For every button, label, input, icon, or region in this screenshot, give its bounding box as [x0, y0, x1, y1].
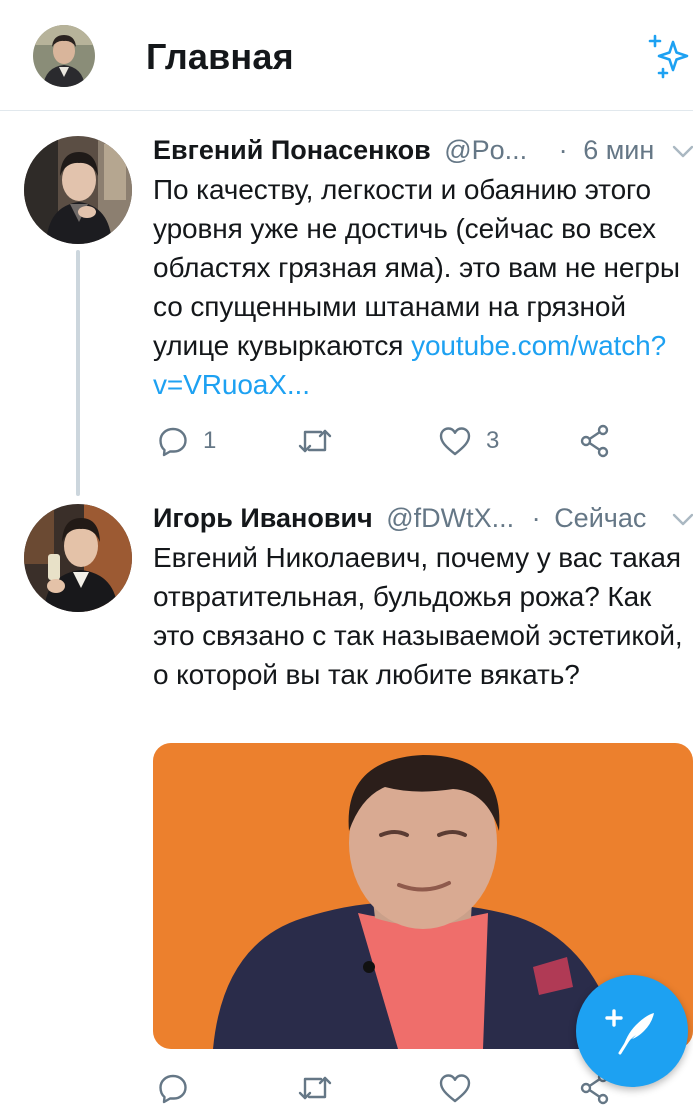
separator-dot: ·	[558, 135, 568, 165]
tweet-text: По качеству, легкости и обаянию этого ур…	[153, 170, 693, 404]
author-handle[interactable]: @Po...	[444, 135, 527, 165]
tweet-actions: 1 3	[0, 421, 693, 461]
tweet[interactable]: Евгений Понасенков @Po... · 6 мин По кач…	[0, 0, 693, 496]
reply-count: 1	[203, 427, 217, 454]
reply-icon	[159, 1074, 187, 1104]
compose-tweet-icon	[605, 1009, 654, 1055]
retweet-button[interactable]	[297, 1068, 347, 1108]
reply-button[interactable]: 1	[157, 421, 216, 461]
author-avatar[interactable]	[24, 136, 132, 244]
separator-dot: ·	[531, 503, 541, 533]
tweet-header: Евгений Понасенков @Po... · 6 мин	[153, 134, 654, 166]
author-handle[interactable]: @fDWtX...	[386, 503, 514, 533]
reply-button[interactable]	[157, 1068, 203, 1108]
chevron-down-icon[interactable]	[672, 513, 693, 527]
heart-icon	[439, 427, 471, 456]
share-icon	[580, 424, 609, 458]
like-button[interactable]	[438, 1068, 486, 1108]
tweet-header: Игорь Иванович @fDWtX... · Сейчас	[153, 502, 646, 534]
author-photo	[24, 136, 132, 244]
chevron-down-icon[interactable]	[672, 145, 693, 159]
tweet-text: Евгений Николаевич, почему у вас такая о…	[153, 542, 691, 690]
like-button[interactable]: 3	[438, 421, 499, 461]
tweet-timestamp: 6 мин	[583, 135, 655, 165]
share-button[interactable]	[579, 421, 611, 461]
heart-icon	[439, 1074, 471, 1103]
like-count: 3	[486, 427, 500, 454]
author-avatar[interactable]	[24, 504, 132, 612]
author-name[interactable]: Игорь Иванович	[153, 503, 373, 533]
retweet-icon	[298, 1076, 332, 1100]
compose-tweet-button[interactable]	[576, 975, 688, 1087]
tweet-timestamp: Сейчас	[554, 503, 647, 533]
author-photo	[24, 504, 132, 612]
tweet-actions	[0, 1068, 693, 1108]
retweet-button[interactable]	[297, 421, 347, 461]
author-name[interactable]: Евгений Понасенков	[153, 135, 431, 165]
retweet-icon	[298, 429, 332, 453]
reply-icon	[159, 427, 187, 457]
